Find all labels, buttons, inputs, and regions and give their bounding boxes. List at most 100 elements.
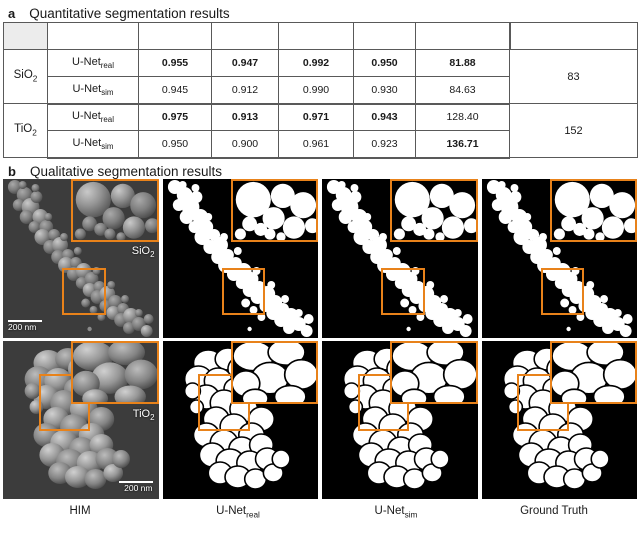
inset-magnified-him-sio2 [71,178,159,243]
panel-a-letter: a [8,6,16,21]
column-label-unet-real: U-Netreal [161,505,315,519]
cell-manual-nparticles-tio2: 152 [509,103,638,158]
cell-recall-tio2-sim: 0.900 [211,130,279,159]
column-header-precision: Precision [138,22,212,50]
roi-box-unet-real-sio2 [221,267,266,316]
cell-precision-tio2-real: 0.975 [138,103,212,131]
him-image-sio2: SiO2 200 nm [3,178,159,338]
panel-a-heading: a Quantitative segmentation results [0,0,640,22]
roi-box-ground-truth-sio2 [540,267,585,316]
material-base-label: TiO [14,123,33,136]
ground-truth-mask-tio2 [481,340,637,499]
column-label-him: HIM [3,505,157,519]
inset-magnified-him-tio2 [71,340,159,404]
cell-f1-sio2-sim: 0.930 [353,76,416,105]
inset-ground-truth-tio2-canvas [551,342,635,402]
column-label-sub: sim [404,510,418,520]
cell-model-sio2-real: U-Netreal [47,49,139,77]
column-header-accuracy: Accuracy [278,22,354,50]
qualitative-results-grid: SiO2 200 nm TiO2 200 nm [0,178,640,501]
material-tag-sub: 2 [150,413,155,423]
column-label-base: U-Net [216,505,247,518]
row-material-tio2: TiO2 [3,103,48,158]
inset-magnified-ground-truth-tio2 [549,340,637,404]
table-row: TiO2 U-Netreal 0.975 0.913 0.971 0.943 1… [3,103,638,158]
cell-model-tio2-real: U-Netreal [47,103,139,131]
unet-real-mask-tio2 [162,340,318,499]
scale-bar-label: 200 nm [124,482,153,493]
cell-nparticles-sio2-real: 81.88 [415,49,510,77]
model-subscript: real [100,61,114,71]
cell-manual-nparticles-sio2: 83 [509,49,638,104]
cell-precision-tio2-sim: 0.950 [138,130,212,159]
inset-ground-truth-sio2-canvas [551,180,635,241]
qualitative-column-labels: HIM U-Netreal U-Netsim Ground Truth [0,501,634,525]
roi-box-unet-sim-sio2 [381,267,425,316]
column-header-f1: F1 [353,22,416,50]
material-base-label: SiO [13,69,33,82]
cell-recall-tio2-real: 0.913 [211,103,279,131]
column-header-model: Model [47,22,139,50]
table-corner-cell [3,22,48,50]
roi-box-him-sio2 [62,267,106,316]
scale-bar-him-tio2: 200 nm [118,480,153,493]
inset-unet-sim-sio2-canvas [392,180,476,241]
cell-recall-sio2-sim: 0.912 [211,76,279,105]
inset-magnified-unet-real-sio2 [230,178,318,243]
inset-unet-sim-tio2-canvas [392,342,476,402]
cell-f1-tio2-sim: 0.923 [353,130,416,159]
cell-accuracy-tio2-sim: 0.961 [278,130,354,159]
panel-b-title: Qualitative segmentation results [29,163,223,179]
inset-magnified-unet-sim-tio2 [390,340,478,404]
column-label-unet-sim: U-Netsim [319,505,473,519]
ground-truth-mask-sio2 [481,178,637,338]
column-header-recall: Recall [211,22,279,50]
scale-bar-him-sio2: 200 nm [8,319,42,332]
model-base-label: U-Net [72,82,102,95]
quantitative-results-table-wrapper: Model Precision Recall Accuracy F1 Npart… [0,22,640,159]
cell-accuracy-sio2-sim: 0.990 [278,76,354,105]
material-tag-sub: 2 [150,250,155,260]
cell-f1-sio2-real: 0.950 [353,49,416,77]
material-tag-tio2: TiO2 [133,408,155,422]
n-bar-symbol: N [443,27,452,43]
cell-f1-tio2-real: 0.943 [353,103,416,131]
manual-prefix-label: manual [535,30,572,43]
cell-accuracy-tio2-real: 0.971 [278,103,354,131]
cell-model-tio2-sim: U-Netsim [47,130,139,159]
unet-sim-mask-tio2 [322,340,478,499]
inset-magnified-unet-sim-sio2 [390,178,478,243]
qualitative-row-sio2: SiO2 200 nm [3,178,637,338]
model-subscript: sim [101,87,114,97]
row-material-sio2: SiO2 [3,49,48,104]
quantitative-results-table: Model Precision Recall Accuracy F1 Npart… [3,22,638,159]
model-subscript: real [100,115,114,125]
model-subscript: sim [101,141,114,151]
panel-b-heading: b Qualitative segmentation results [0,159,640,179]
inset-unet-real-tio2-canvas [232,342,316,402]
panel-a-title: Quantitative segmentation results [29,6,230,21]
column-label-base: Ground Truth [520,505,588,518]
manual-n-subscript: particles [582,32,613,42]
material-subscript: 2 [32,74,38,84]
unet-real-mask-sio2 [162,178,318,338]
cell-recall-sio2-real: 0.947 [211,49,279,77]
model-base-label: U-Net [72,136,102,149]
material-tag-base: SiO [131,245,151,258]
model-base-label: U-Net [72,55,101,68]
material-tag-sio2: SiO2 [132,245,155,259]
scale-bar-label: 200 nm [8,321,37,332]
material-subscript: 2 [32,128,37,138]
unet-sim-mask-sio2 [322,178,478,338]
column-label-base: HIM [69,505,91,518]
column-label-sub: real [246,510,260,520]
cell-precision-sio2-sim: 0.945 [138,76,212,105]
table-row: SiO2 U-Netreal 0.955 0.947 0.992 0.950 8… [3,49,638,104]
cell-model-sio2-sim: U-Netsim [47,76,139,105]
inset-unet-real-sio2-canvas [232,180,316,241]
qualitative-row-tio2: TiO2 200 nm [3,340,637,499]
material-tag-base: TiO [132,408,151,421]
cell-nparticles-tio2-real: 128.40 [415,103,510,131]
inset-magnified-unet-real-tio2 [230,340,318,404]
column-header-manual-n-particles: manual Nparticles [508,22,638,50]
